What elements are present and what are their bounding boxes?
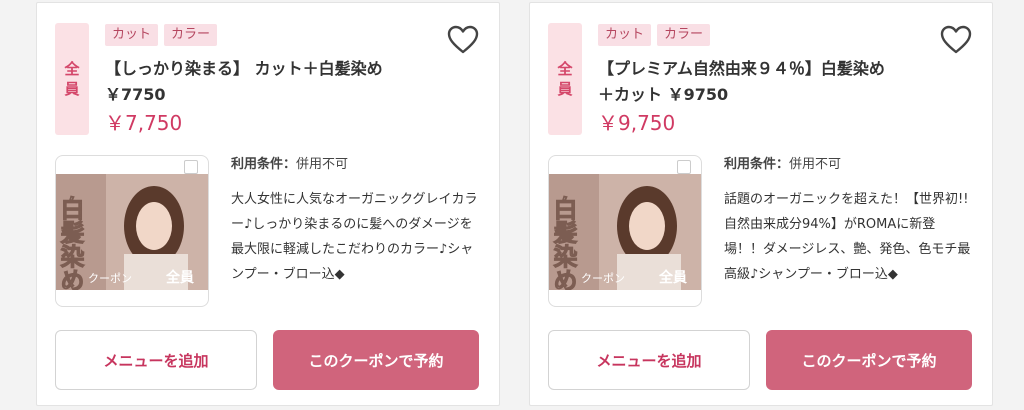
conditions: 利用条件：併用不可 [231, 155, 348, 175]
audience-badge: 全員 [548, 23, 582, 135]
overlay-caption: クーポン [88, 272, 132, 285]
coupon-price: ￥9,750 [598, 111, 676, 135]
coupon-card: 全員 カット カラー 【しっかり染まる】 カット＋白髪染め ￥7750 ￥7,7… [36, 2, 500, 406]
checkbox-corner [677, 160, 691, 174]
add-menu-button[interactable]: メニューを追加 [548, 330, 750, 390]
tag-cut: カット [598, 24, 652, 46]
coupon-title: 【しっかり染まる】 カット＋白髪染め ￥7750 [105, 59, 383, 104]
conditions-value: 併用不可 [296, 157, 349, 172]
heart-icon[interactable] [940, 25, 972, 55]
coupon-image: 白髪染め クーポン 全員 [55, 155, 209, 307]
conditions: 利用条件：併用不可 [724, 155, 841, 175]
tag-list: カット カラー [598, 24, 711, 46]
conditions-label: 利用条件： [724, 157, 790, 172]
tag-color: カラー [657, 24, 711, 46]
coupon-card: 全員 カット カラー 【プレミアム自然由来９４％】白髪染め＋カット ￥9750 … [529, 2, 993, 406]
image-badge: 全員 [165, 269, 194, 286]
conditions-label: 利用条件： [231, 157, 297, 172]
vertical-caption: 白髪染め [56, 195, 85, 290]
coupon-description: 大人女性に人気なオーガニックグレイカラー♪しっかり染まるのに髪へのダメージを最大… [231, 192, 478, 282]
audience-badge: 全員 [55, 23, 89, 135]
hair-model-photo: 白髪染め クーポン 全員 [549, 174, 701, 290]
conditions-value: 併用不可 [789, 157, 842, 172]
tag-color: カラー [164, 24, 218, 46]
heart-icon[interactable] [447, 25, 479, 55]
coupon-description: 話題のオーガニックを超えた！【世界初!!自然由来成分94%】がROMAに新登場！… [724, 192, 971, 282]
overlay-caption: クーポン [581, 272, 625, 285]
add-menu-button[interactable]: メニューを追加 [55, 330, 257, 390]
book-coupon-button[interactable]: このクーポンで予約 [766, 330, 972, 390]
hair-model-photo: 白髪染め クーポン 全員 [56, 174, 208, 290]
coupon-image: 白髪染め クーポン 全員 [548, 155, 702, 307]
coupon-title: 【プレミアム自然由来９４％】白髪染め＋カット ￥9750 [598, 59, 885, 104]
coupon-price: ￥7,750 [105, 111, 183, 135]
vertical-caption: 白髪染め [549, 195, 578, 290]
tag-list: カット カラー [105, 24, 218, 46]
checkbox-corner [184, 160, 198, 174]
book-coupon-button[interactable]: このクーポンで予約 [273, 330, 479, 390]
tag-cut: カット [105, 24, 159, 46]
image-badge: 全員 [658, 269, 687, 286]
